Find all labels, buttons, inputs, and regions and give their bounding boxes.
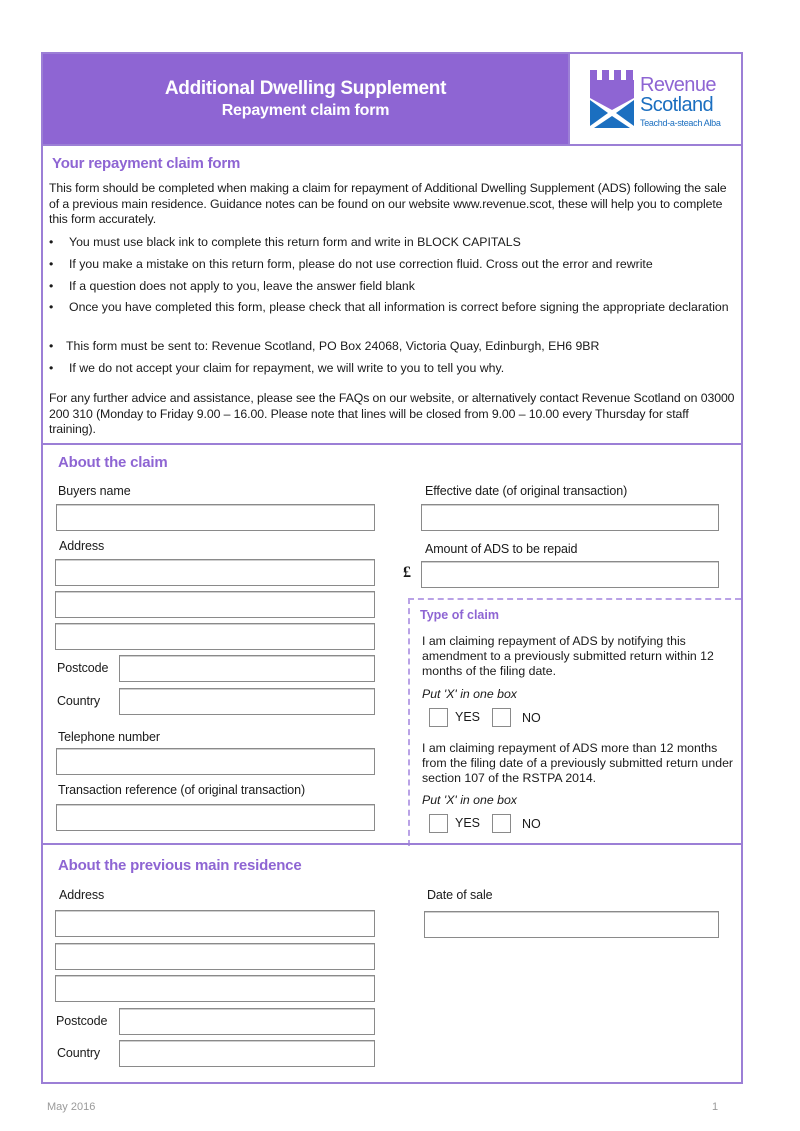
postcode-input[interactable] bbox=[120, 656, 374, 681]
buyers-name-label: Buyers name bbox=[58, 484, 131, 498]
logo-tagline: Teachd-a-steach Alba bbox=[640, 118, 721, 128]
bullet-dot: • bbox=[49, 235, 54, 249]
buyers-name-field[interactable] bbox=[56, 504, 375, 531]
q1-yes-checkbox[interactable] bbox=[429, 708, 448, 727]
intro-bullet: • If you make a mistake on this return fo… bbox=[49, 257, 735, 273]
q1-yes-label: YES bbox=[455, 710, 481, 724]
q2-no-label: NO bbox=[522, 817, 541, 831]
intro-title: Your repayment claim form bbox=[52, 155, 241, 172]
q2-no-checkbox[interactable] bbox=[492, 814, 511, 833]
prev-address-line-1-field[interactable] bbox=[55, 910, 375, 937]
bullet-dot: • bbox=[49, 279, 54, 293]
bullet-dot: • bbox=[49, 361, 54, 375]
prev-postcode-input[interactable] bbox=[120, 1009, 374, 1034]
bullet-text: If we do not accept your claim for repay… bbox=[69, 361, 505, 375]
revenue-scotland-tower-saltire-icon bbox=[590, 70, 634, 128]
amount-label: Amount of ADS to be repaid bbox=[425, 542, 578, 556]
divider bbox=[43, 144, 741, 146]
about-claim-title: About the claim bbox=[58, 454, 168, 471]
bullet-dot: • bbox=[49, 257, 54, 271]
prev-address-line-3-field[interactable] bbox=[55, 975, 375, 1002]
country-field[interactable] bbox=[119, 688, 375, 715]
prev-postcode-field[interactable] bbox=[119, 1008, 375, 1035]
transaction-ref-input[interactable] bbox=[57, 805, 374, 830]
effective-date-label: Effective date (of original transaction) bbox=[425, 484, 628, 498]
intro-bullet: • If a question does not apply to you, le… bbox=[49, 279, 735, 295]
footer-page-number: 1 bbox=[712, 1101, 719, 1113]
buyers-name-input[interactable] bbox=[57, 505, 374, 530]
bullet-dot: • bbox=[49, 339, 54, 353]
prev-address-line-2-field[interactable] bbox=[55, 943, 375, 970]
claim-question-within-12-months: I am claiming repayment of ADS by notify… bbox=[422, 634, 714, 678]
type-of-claim-title: Type of claim bbox=[420, 608, 499, 622]
country-label: Country bbox=[57, 694, 101, 708]
intro-bullet: • If we do not accept your claim for repa… bbox=[49, 361, 735, 377]
telephone-label: Telephone number bbox=[58, 730, 160, 744]
prev-address-line-2-input[interactable] bbox=[56, 944, 374, 969]
divider bbox=[43, 443, 741, 445]
form-subtitle: Repayment claim form bbox=[221, 102, 390, 119]
address-line-1-field[interactable] bbox=[55, 559, 375, 586]
prev-address-label: Address bbox=[59, 888, 105, 902]
date-of-sale-input[interactable] bbox=[425, 912, 718, 937]
q1-no-checkbox[interactable] bbox=[492, 708, 511, 727]
address-line-2-field[interactable] bbox=[55, 591, 375, 618]
previous-residence-title: About the previous main residence bbox=[58, 857, 302, 874]
amount-field[interactable] bbox=[421, 561, 719, 588]
intro-bullet: • Once you have completed this form, plea… bbox=[49, 300, 735, 316]
footer-date: May 2016 bbox=[47, 1101, 96, 1113]
put-x-hint: Put 'X' in one box bbox=[422, 687, 517, 701]
pound-sign: £ bbox=[403, 564, 411, 581]
bullet-text: If you make a mistake on this return for… bbox=[69, 257, 653, 271]
divider bbox=[43, 843, 741, 845]
address-line-3-field[interactable] bbox=[55, 623, 375, 650]
prev-address-line-1-input[interactable] bbox=[56, 911, 374, 936]
form-page: Additional Dwelling Supplement Repayment… bbox=[41, 52, 743, 1084]
q2-yes-label: YES bbox=[455, 816, 481, 830]
effective-date-field[interactable] bbox=[421, 504, 719, 531]
address-line-1-input[interactable] bbox=[56, 560, 374, 585]
telephone-input[interactable] bbox=[57, 749, 374, 774]
form-header: Additional Dwelling Supplement Repayment… bbox=[43, 54, 568, 144]
intro-paragraph: This form should be completed when makin… bbox=[49, 181, 727, 226]
address-line-3-input[interactable] bbox=[56, 624, 374, 649]
telephone-field[interactable] bbox=[56, 748, 375, 775]
q1-no-label: NO bbox=[522, 711, 541, 725]
bullet-text: Once you have completed this form, pleas… bbox=[69, 300, 729, 314]
transaction-ref-field[interactable] bbox=[56, 804, 375, 831]
contact-paragraph: For any further advice and assistance, p… bbox=[49, 391, 735, 436]
form-title: Additional Dwelling Supplement bbox=[164, 78, 447, 99]
prev-postcode-label: Postcode bbox=[56, 1014, 108, 1028]
intro-bullet: • You must use black ink to complete this… bbox=[49, 235, 735, 251]
address-label: Address bbox=[59, 539, 105, 553]
revenue-scotland-logo: Revenue Scotland Teachd-a-steach Alba bbox=[568, 54, 741, 144]
prev-address-line-3-input[interactable] bbox=[56, 976, 374, 1001]
date-of-sale-field[interactable] bbox=[424, 911, 719, 938]
bullet-dot: • bbox=[49, 300, 54, 314]
transaction-ref-label: Transaction reference (of original trans… bbox=[58, 783, 306, 797]
claim-question-more-than-12-months: I am claiming repayment of ADS more than… bbox=[422, 741, 734, 785]
prev-country-label: Country bbox=[57, 1046, 101, 1060]
put-x-hint: Put 'X' in one box bbox=[422, 793, 517, 807]
postcode-label: Postcode bbox=[57, 661, 109, 675]
type-of-claim-panel: Type of claim I am claiming repayment of… bbox=[408, 598, 741, 846]
date-of-sale-label: Date of sale bbox=[427, 888, 493, 902]
q2-yes-checkbox[interactable] bbox=[429, 814, 448, 833]
address-line-2-input[interactable] bbox=[56, 592, 374, 617]
effective-date-input[interactable] bbox=[422, 505, 718, 530]
country-input[interactable] bbox=[120, 689, 374, 714]
postcode-field[interactable] bbox=[119, 655, 375, 682]
bullet-text: You must use black ink to complete this … bbox=[69, 235, 521, 249]
logo-text-scotland: Scotland bbox=[640, 94, 714, 116]
amount-input[interactable] bbox=[422, 562, 718, 587]
prev-country-input[interactable] bbox=[120, 1041, 374, 1066]
intro-bullet: • This form must be sent to: Revenue Scot… bbox=[49, 339, 735, 355]
bullet-text: If a question does not apply to you, lea… bbox=[69, 279, 415, 293]
prev-country-field[interactable] bbox=[119, 1040, 375, 1067]
bullet-text: This form must be sent to: Revenue Scotl… bbox=[66, 339, 600, 353]
